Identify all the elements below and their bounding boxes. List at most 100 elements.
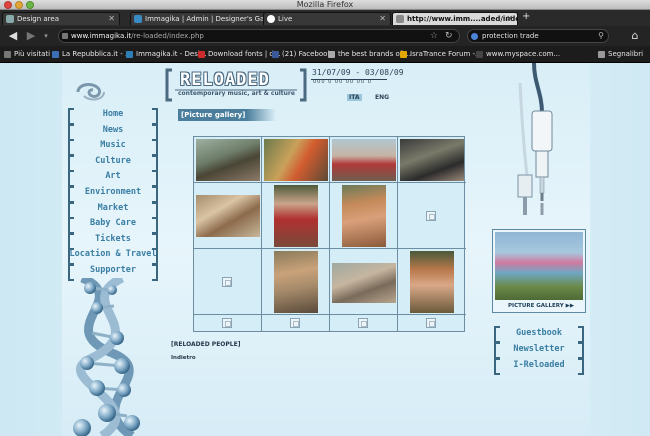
menu-item-art[interactable]: Art [66,169,160,187]
history-dropdown-icon[interactable]: ▾ [40,29,52,43]
gallery-cell[interactable] [330,249,398,315]
gallery-cell[interactable] [398,137,466,183]
image-placeholder-icon [426,211,436,221]
gallery-cell[interactable] [262,249,330,315]
gallery-photo[interactable] [264,139,328,181]
gallery-photo[interactable] [342,185,386,247]
facebook-icon [272,51,279,58]
back-link[interactable]: Indietro [171,355,196,361]
close-tab-icon[interactable]: ✕ [379,13,386,25]
bookmark-isratrance[interactable]: IsraTrance Forum -... [400,49,482,60]
tab-live[interactable]: Live ✕ [263,12,391,25]
featured-gallery-box[interactable] [492,229,586,313]
gallery-cell[interactable] [330,315,398,331]
gallery-photo[interactable] [332,263,396,303]
featured-gallery-label[interactable]: PICTURE GALLERY ▶▶ [508,303,574,309]
side-item-guestbook[interactable]: Guestbook [492,325,586,343]
gallery-cell[interactable] [194,137,262,183]
site-logo[interactable]: RELOADED [180,70,270,90]
bookmark-best-brands[interactable]: the best brands of ... [328,49,411,60]
gallery-photo[interactable] [196,139,260,181]
bookmark-star-icon[interactable]: ☆ [430,30,438,42]
gallery-cell[interactable] [262,183,330,249]
gallery-photo[interactable] [332,139,396,181]
main-menu: Home News Music Culture Art Environment … [66,107,160,281]
menu-item-music[interactable]: Music [66,138,160,156]
bookmark-immagika[interactable]: Immagika.it - Desi... [126,49,206,60]
section-title: [Picture gallery] [178,109,276,121]
url-host: www.immagika.it [71,32,132,40]
bookmark-most-visited[interactable]: Più visitati [4,49,50,60]
side-item-newsletter[interactable]: Newsletter [492,341,586,359]
bookmark-myspace[interactable]: www.myspace.com... [476,49,560,60]
immagika-icon [126,51,133,58]
bookmark-repubblica[interactable]: La Repubblica.it - ... [52,49,132,60]
gallery-photo[interactable] [274,251,318,313]
bookmark-facebook[interactable]: (21) Facebook [272,49,332,60]
gallery-cell[interactable] [330,137,398,183]
gallery-cell[interactable] [262,137,330,183]
tab-design-area[interactable]: Design area ✕ [2,12,120,25]
language-ita[interactable]: ITA [347,94,362,101]
new-tab-button[interactable]: + [522,12,530,22]
audio-plug-image [517,63,553,215]
gallery-cell[interactable] [398,249,466,315]
menu-item-environment[interactable]: Environment [66,185,160,203]
gallery-photo[interactable] [274,185,318,247]
forward-arrow-icon[interactable]: ▶ [24,29,38,43]
menu-item-tickets[interactable]: Tickets [66,232,160,250]
image-placeholder-icon [358,318,368,328]
close-tab-icon[interactable]: ✕ [108,13,115,25]
menu-item-news[interactable]: News [66,123,160,141]
bookmark-download-fonts[interactable]: Download fonts | d... [198,49,281,60]
reload-icon[interactable]: ↻ [445,30,453,42]
gallery-cell[interactable] [194,249,262,315]
bookmarks-bar: Più visitati La Repubblica.it - ... Imma… [0,46,650,63]
gallery-cell[interactable] [194,183,262,249]
bookmarks-menu[interactable]: Segnalibri [598,49,643,60]
close-tab-icon[interactable]: ✕ [506,13,513,25]
gallery-cell[interactable] [262,315,330,331]
menu-item-market[interactable]: Market [66,201,160,219]
folder-icon [4,51,11,58]
menu-item-location-travel[interactable]: Location & Travel [66,247,160,265]
gallery-photo[interactable] [196,195,260,237]
page-icon [396,15,404,23]
side-menu: Guestbook Newsletter I-Reloaded [492,325,586,375]
search-input[interactable]: protection trade ⚲ [467,29,609,43]
address-bar[interactable]: www.immagika.it/re-loaded/index.php ☆ ↻ [58,29,460,43]
gallery-photo[interactable] [400,139,464,181]
bookmarks-icon [598,51,605,58]
site-tagline: contemporary music, art & culture [178,90,295,97]
dna-helix-image [73,278,140,436]
gallery-cell[interactable] [398,183,466,249]
menu-item-supporter[interactable]: Supporter [66,263,160,281]
window-titlebar: Mozilla Firefox [0,0,650,10]
gallery-cell[interactable] [330,183,398,249]
tab-reloaded-index[interactable]: http://www.imm....aded/index.php ✕ [392,12,518,25]
gallery-cell[interactable] [194,315,262,331]
live-icon [267,15,275,23]
immagika-icon [134,15,142,23]
gallery-photo[interactable] [410,251,454,313]
date-ticks: 000 0 00 00 00 0 [313,79,372,85]
menu-item-home[interactable]: Home [66,107,160,125]
dafont-icon [198,51,205,58]
language-eng[interactable]: ENG [375,94,389,101]
myspace-icon [476,51,483,58]
gallery-cell[interactable] [398,315,466,331]
home-icon[interactable]: ⌂ [627,29,643,43]
navigation-bar: ◀ ▶ ▾ www.immagika.it/re-loaded/index.ph… [0,26,650,46]
back-arrow-icon[interactable]: ◀ [6,29,20,43]
image-placeholder-icon [222,318,232,328]
side-item-i-reloaded[interactable]: I-Reloaded [492,357,586,375]
menu-item-baby-care[interactable]: Baby Care [66,216,160,234]
picture-gallery-grid [193,136,466,332]
image-placeholder-icon [426,318,436,328]
search-engine-icon[interactable] [471,33,478,40]
tab-immagika-admin[interactable]: Immagika | Admin | Designer's Gall... ✕ [130,12,275,25]
featured-gallery-photo[interactable] [495,232,583,300]
search-value: protection trade [482,32,539,40]
menu-item-culture[interactable]: Culture [66,154,160,172]
search-icon[interactable]: ⚲ [598,30,604,42]
